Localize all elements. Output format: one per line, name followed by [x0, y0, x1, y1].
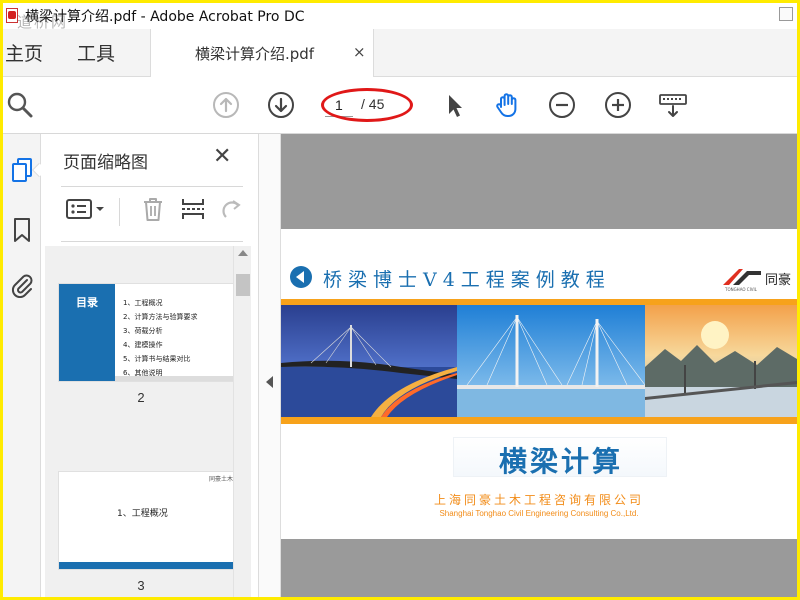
page-up-icon[interactable]	[211, 90, 241, 120]
document-viewer[interactable]: 桥梁博士V4工程案例教程 同豪 TONGHAO CIVIL 横梁计算 上海同豪土…	[281, 134, 797, 597]
company-logo: 同豪 TONGHAO CIVIL	[721, 265, 797, 295]
title-box: 横梁计算	[453, 437, 667, 478]
scroll-up-icon[interactable]	[238, 250, 248, 256]
search-icon[interactable]	[5, 90, 35, 120]
list-item: 3、荷载分析	[123, 327, 163, 335]
close-tab-icon[interactable]: ×	[353, 43, 366, 61]
toolbar: / 45	[3, 77, 797, 134]
divider	[61, 186, 243, 187]
window-control-button[interactable]	[779, 7, 793, 21]
hand-tool-icon[interactable]	[493, 90, 523, 120]
title-bar: 横梁计算介绍.pdf - Adobe Acrobat Pro DC 道桥网	[3, 3, 797, 31]
divider	[61, 241, 243, 242]
bridge-photo-night	[281, 305, 457, 417]
pdf-page: 桥梁博士V4工程案例教程 同豪 TONGHAO CIVIL 横梁计算 上海同豪土…	[281, 229, 797, 539]
list-item: 2、计算方法与验算要求	[123, 313, 198, 321]
thumbnail-options-icon[interactable]	[65, 194, 109, 224]
collapse-arrow-icon[interactable]	[266, 376, 273, 388]
company-name-en: Shanghai Tonghao Civil Engineering Consu…	[439, 509, 639, 518]
divider	[119, 198, 120, 226]
close-panel-icon[interactable]: ✕	[213, 144, 231, 169]
tab-tools[interactable]: 工具	[77, 39, 115, 66]
document-tab-label: 横梁计算介绍.pdf	[195, 45, 315, 63]
logo-subtext: TONGHAO CIVIL	[725, 287, 757, 292]
zoom-out-icon[interactable]	[547, 90, 577, 120]
thumbnail-toc-banner: 目录	[59, 284, 115, 381]
list-item: 4、建模操作	[123, 341, 163, 349]
attachment-icon[interactable]	[3, 264, 41, 304]
page-navigator: / 45	[321, 88, 413, 122]
thumbnail-list: 目录 1、工程概况 2、计算方法与验算要求 3、荷载分析 4、建模操作 5、计算…	[45, 246, 237, 597]
slide-title: 横梁计算	[498, 445, 623, 478]
thumbnail-toc-title: 目录	[76, 296, 98, 309]
select-cursor-icon[interactable]	[439, 90, 469, 120]
logo-text: 同豪	[765, 273, 792, 288]
back-arrow-icon	[290, 266, 312, 288]
thumbnail-toc-list: 1、工程概况 2、计算方法与验算要求 3、荷载分析 4、建模操作 5、计算书与结…	[123, 296, 197, 380]
panel-collapse-handle[interactable]	[259, 134, 281, 597]
slide-heading: 桥梁博士V4工程案例教程	[323, 269, 611, 291]
orange-divider	[281, 417, 797, 424]
bridge-photo-day	[457, 305, 645, 417]
bridge-photo-strip	[281, 305, 797, 417]
delete-icon[interactable]	[139, 194, 167, 224]
company-name-cn: 上海同豪土木工程咨询有限公司	[433, 493, 644, 507]
zoom-in-icon[interactable]	[603, 90, 633, 120]
thumbnail-scrollbar[interactable]	[233, 246, 251, 597]
thumbnail-page-number: 2	[137, 390, 145, 405]
keyboard-icon[interactable]	[658, 90, 688, 120]
logo-mark-icon	[723, 269, 761, 285]
left-rail	[3, 134, 47, 597]
current-page-input[interactable]	[325, 93, 353, 117]
page-down-icon[interactable]	[266, 90, 296, 120]
bookmark-icon[interactable]	[3, 210, 41, 250]
thumbnail-page-2[interactable]: 目录 1、工程概况 2、计算方法与验算要求 3、荷载分析 4、建模操作 5、计算…	[59, 284, 233, 381]
thumbnail-footer-bar	[115, 376, 233, 381]
thumbnail-page-number: 3	[137, 578, 145, 593]
acrobat-window: 横梁计算介绍.pdf - Adobe Acrobat Pro DC 道桥网 主页…	[3, 3, 797, 597]
extract-icon[interactable]	[179, 194, 207, 224]
thumbnail-logo: 同豪土木	[209, 476, 234, 483]
rotate-icon[interactable]	[219, 194, 245, 224]
panel-title: 页面缩略图	[63, 153, 148, 173]
tab-home[interactable]: 主页	[5, 39, 43, 66]
thumbnail-heading: 1、工程概况	[117, 509, 168, 519]
tab-document[interactable]: 横梁计算介绍.pdf ×	[150, 29, 374, 77]
thumbnail-footer-bar	[59, 562, 233, 569]
slide-header: 桥梁博士V4工程案例教程 同豪 TONGHAO CIVIL	[281, 229, 797, 299]
list-item: 1、工程概况	[123, 299, 163, 307]
total-pages: / 45	[361, 96, 385, 112]
bridge-photo-sunset	[645, 305, 797, 417]
thumbnails-panel: 页面缩略图 ✕ 目录 1、工程概况 2、计算方法与验算要求 3、荷载分析 4、建…	[41, 134, 259, 597]
scrollbar-thumb[interactable]	[236, 274, 250, 296]
thumbnail-page-3[interactable]: 同豪土木 1、工程概况	[59, 472, 233, 569]
list-item: 5、计算书与结果对比	[123, 355, 191, 363]
tab-bar: 主页 工具 横梁计算介绍.pdf ×	[3, 29, 797, 77]
